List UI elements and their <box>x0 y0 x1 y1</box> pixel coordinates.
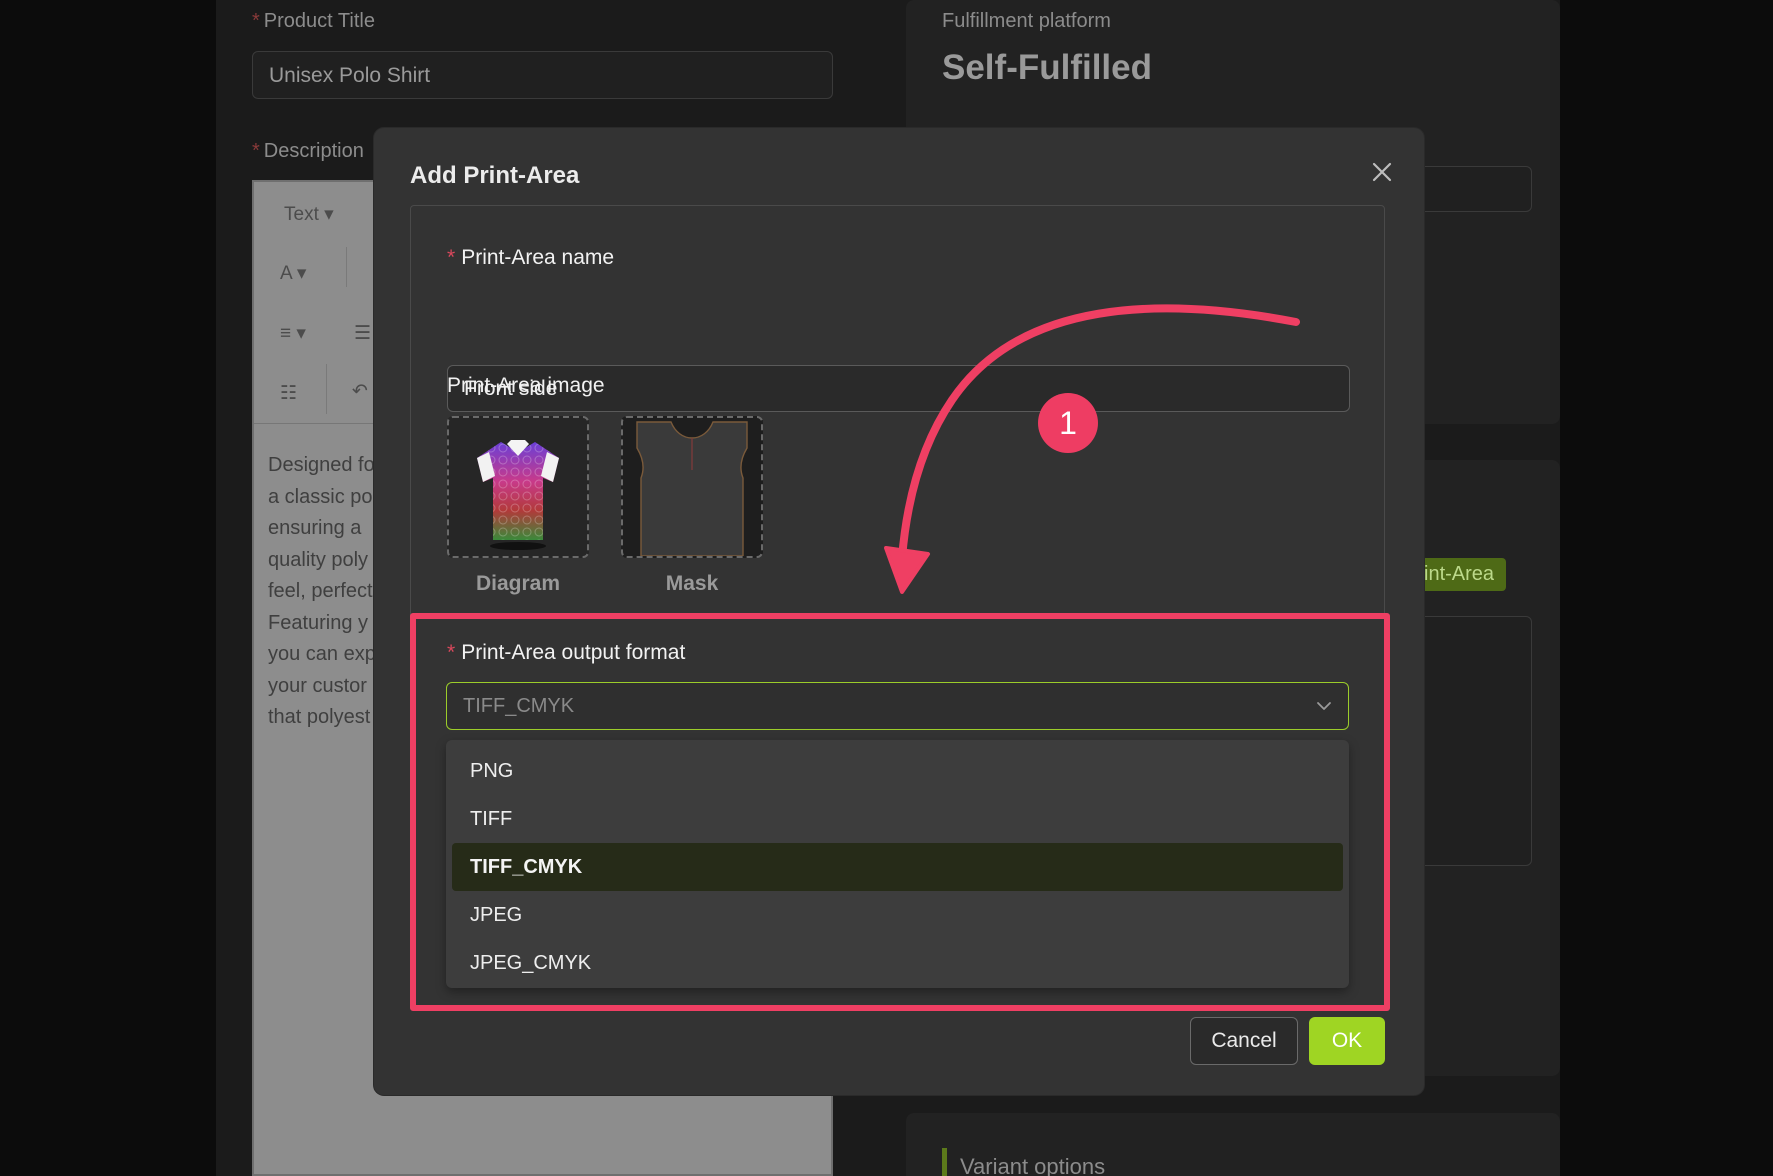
chevron-down-icon <box>1314 696 1334 716</box>
option-jpeg-cmyk[interactable]: JPEG_CMYK <box>452 939 1343 987</box>
description-label: * Description <box>252 140 364 162</box>
print-area-name-label: * Print-Area name <box>447 246 615 269</box>
product-title-label: * Product Title <box>252 10 375 32</box>
product-title-input[interactable]: Unisex Polo Shirt <box>252 51 833 99</box>
variant-options-accent-bar <box>942 1148 947 1176</box>
mask-caption: Mask <box>665 572 719 595</box>
variant-options-title: Variant options <box>960 1154 1106 1176</box>
undo-icon[interactable]: ↶ <box>352 380 368 403</box>
step-number-badge: 1 <box>1038 393 1098 453</box>
output-format-dropdown: PNG TIFF TIFF_CMYK JPEG JPEG_CMYK <box>446 740 1349 988</box>
print-area-image-label: Print-Area image <box>447 374 605 397</box>
font-color-dropdown[interactable]: A ▾ <box>280 262 306 285</box>
ok-button[interactable]: OK <box>1309 1017 1385 1065</box>
required-asterisk: * <box>447 246 456 269</box>
option-tiff[interactable]: TIFF <box>452 795 1343 843</box>
output-format-label: * Print-Area output format <box>447 641 686 664</box>
required-asterisk: * <box>447 641 456 664</box>
diagram-image-upload[interactable] <box>447 416 589 558</box>
toolbar-divider <box>326 364 327 414</box>
toolbar-divider <box>346 247 347 287</box>
polo-shirt-mask-icon <box>636 421 748 556</box>
indent-icon[interactable]: ☰ <box>354 322 371 345</box>
align-dropdown[interactable]: ≡ ▾ <box>280 322 306 345</box>
text-style-dropdown[interactable]: Text ▾ <box>284 203 334 226</box>
modal-title: Add Print-Area <box>410 162 580 189</box>
output-format-selected-value: TIFF_CMYK <box>463 695 575 717</box>
polo-shirt-diagram-icon <box>477 440 559 550</box>
mask-image-upload[interactable] <box>621 416 763 558</box>
line-height-icon[interactable]: ☷ <box>280 382 297 405</box>
fulfillment-platform-value: Self-Fulfilled <box>942 48 1152 87</box>
option-jpeg[interactable]: JPEG <box>452 891 1343 939</box>
option-tiff-cmyk[interactable]: TIFF_CMYK <box>452 843 1343 891</box>
close-icon[interactable] <box>1366 156 1398 188</box>
option-png[interactable]: PNG <box>452 747 1343 795</box>
cancel-button[interactable]: Cancel <box>1190 1017 1298 1065</box>
fulfillment-platform-label: Fulfillment platform <box>942 10 1111 32</box>
output-format-select[interactable]: TIFF_CMYK <box>446 682 1349 730</box>
add-print-area-modal: Add Print-Area *Print-Area name Print-Ar… <box>374 128 1424 1095</box>
diagram-caption: Diagram <box>475 572 561 595</box>
